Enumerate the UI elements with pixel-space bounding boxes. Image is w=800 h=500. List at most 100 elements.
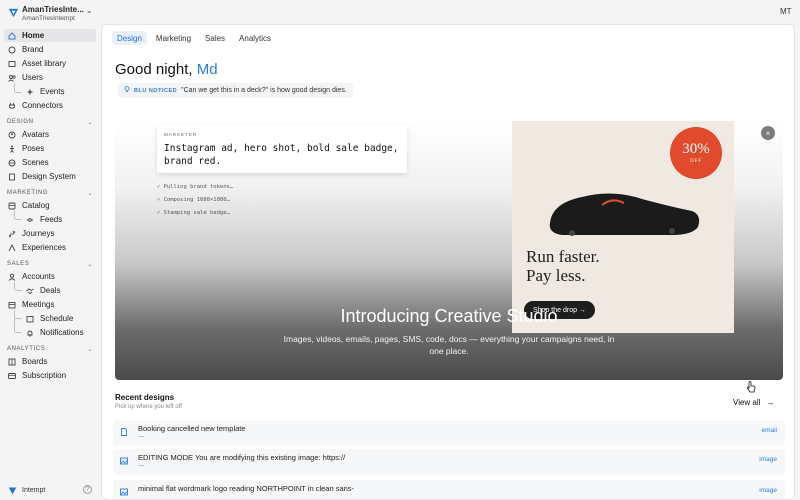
sidebar-item-home[interactable]: Home <box>4 29 96 42</box>
list-item[interactable]: Booking cancelled new template — email <box>113 420 785 446</box>
sidebar-item-scenes[interactable]: Scenes <box>4 156 96 169</box>
sidebar-item-poses[interactable]: Poses <box>4 142 96 155</box>
item-type: image <box>759 487 777 494</box>
hero-subtitle: Images, videos, emails, pages, SMS, code… <box>283 334 615 356</box>
sidebar: AmanTriesInte... AmanTriesIntempt ⌄ Home… <box>0 0 100 500</box>
sidebar-item-label: Brand <box>22 45 44 54</box>
section-label: MARKETING <box>7 190 49 196</box>
sidebar-item-journeys[interactable]: Journeys <box>4 227 96 240</box>
account-icon <box>8 273 16 281</box>
tab-design[interactable]: Design <box>112 31 147 45</box>
sidebar-item-label: Schedule <box>40 314 74 323</box>
chevron-down-icon: ⌄ <box>86 6 93 15</box>
list-item[interactable]: minimal flat wordmark logo reading NORTH… <box>113 480 785 499</box>
notice-tag: BLU NOTICED <box>134 87 178 94</box>
badge-off: OFF <box>689 159 703 164</box>
ad-line: Run faster. <box>526 247 600 266</box>
hero-title: Introducing Creative Studio <box>340 306 558 326</box>
step-item: ✓ Stamping sale badge… <box>157 210 230 216</box>
sidebar-item-brand[interactable]: Brand <box>4 43 96 56</box>
sidebar-footer: Intempt ? <box>6 483 96 497</box>
card-icon <box>8 372 16 380</box>
sidebar-item-asset-library[interactable]: Asset library <box>4 57 96 70</box>
sale-badge: 30% OFF <box>670 127 722 179</box>
view-all-label: View all <box>733 398 761 407</box>
sidebar-item-subscription[interactable]: Subscription <box>4 369 96 382</box>
footer-label: Intempt <box>22 486 46 494</box>
sidebar-item-notifications[interactable]: Notifications <box>22 326 96 339</box>
sidebar-item-label: Journeys <box>22 229 55 238</box>
sidebar-item-label: Accounts <box>22 272 55 281</box>
item-subtitle: — <box>138 463 144 469</box>
help-button[interactable]: ? <box>83 485 92 494</box>
handshake-icon <box>26 287 34 295</box>
view-all-link[interactable]: View all → <box>733 398 774 407</box>
sidebar-item-design-system[interactable]: Design System <box>4 170 96 183</box>
calendar-icon <box>8 301 16 309</box>
item-title: Booking cancelled new template <box>138 424 246 433</box>
tab-marketing[interactable]: Marketing <box>151 31 196 45</box>
chevron-down-icon: ⌄ <box>87 261 93 268</box>
sidebar-item-label: Notifications <box>40 328 84 337</box>
feed-icon <box>26 216 34 224</box>
sidebar-item-label: Connectors <box>22 101 63 110</box>
section-title: Recent designs <box>115 393 175 402</box>
image-icon <box>8 60 16 68</box>
sidebar-item-deals[interactable]: Deals <box>22 284 96 297</box>
sidebar-item-label: Home <box>22 31 45 40</box>
section-label: SALES <box>7 261 30 267</box>
badge-percent: 30% <box>682 141 710 157</box>
scene-icon <box>8 159 16 167</box>
section-label: DESIGN <box>7 119 34 125</box>
sidebar-item-avatars[interactable]: Avatars <box>4 128 96 141</box>
tab-sales[interactable]: Sales <box>200 31 230 45</box>
workspace-switcher[interactable]: AmanTriesInte... AmanTriesIntempt ⌄ <box>6 3 98 23</box>
list-item[interactable]: EDITING MODE You are modifying this exis… <box>113 449 785 475</box>
item-subtitle: — <box>138 434 144 440</box>
sidebar-item-label: Subscription <box>22 371 67 380</box>
sidebar-item-label: Events <box>40 87 65 96</box>
section-header-design[interactable]: DESIGN ⌄ <box>7 117 93 127</box>
image-icon <box>120 457 128 465</box>
item-type: email <box>761 427 777 434</box>
section-header-marketing[interactable]: MARKETING ⌄ <box>7 188 93 198</box>
sidebar-item-label: Meetings <box>22 300 55 309</box>
sidebar-item-boards[interactable]: Boards <box>4 355 96 368</box>
item-title: minimal flat wordmark logo reading NORTH… <box>138 484 355 493</box>
step-item: ✓ Pulling brand tokens… <box>157 184 234 190</box>
sidebar-item-feeds[interactable]: Feeds <box>22 213 96 226</box>
chevron-down-icon: ⌄ <box>87 190 93 197</box>
hero-banner[interactable]: MARKETER Instagram ad, hero shot, bold s… <box>115 121 783 380</box>
sidebar-item-schedule[interactable]: Schedule <box>22 312 96 325</box>
sidebar-item-label: Design System <box>22 172 76 181</box>
shoe-image <box>549 193 700 236</box>
ad-line: Pay less. <box>526 266 586 285</box>
greeting-name: Md <box>196 61 218 78</box>
close-button[interactable]: × <box>761 126 775 140</box>
sidebar-item-label: Feeds <box>40 215 63 224</box>
step-item: ✓ Composing 1080×1080… <box>157 197 230 203</box>
sidebar-item-experiences[interactable]: Experiences <box>4 241 96 254</box>
logo-icon <box>8 487 17 494</box>
greeting-text: Good night, <box>115 61 193 78</box>
person-icon <box>8 145 16 153</box>
chevron-down-icon: ⌄ <box>87 346 93 353</box>
sidebar-item-connectors[interactable]: Connectors <box>4 99 96 112</box>
tab-analytics[interactable]: Analytics <box>234 31 276 45</box>
workspace-name: AmanTriesInte... <box>22 5 84 14</box>
section-header-analytics[interactable]: ANALYTICS ⌄ <box>7 344 93 354</box>
prompt-tag: MARKETER <box>164 132 198 137</box>
sidebar-item-label: Asset library <box>22 59 67 68</box>
bell-icon <box>26 329 34 337</box>
tab-bar: Design Marketing Sales Analytics <box>112 31 276 45</box>
catalog-icon <box>8 202 16 210</box>
prompt-text: Instagram ad, hero shot, bold sale badge… <box>164 143 399 167</box>
sidebar-item-label: Experiences <box>22 243 67 252</box>
sidebar-item-events[interactable]: Events <box>22 85 96 98</box>
ad-headline: Run faster. Pay less. <box>526 247 600 285</box>
user-avatar[interactable]: MT <box>780 7 792 16</box>
pointer-cursor-icon <box>747 381 756 393</box>
sidebar-item-label: Users <box>22 73 43 82</box>
progress-steps: ✓ Pulling brand tokens… ✓ Composing 1080… <box>157 181 233 220</box>
section-header-sales[interactable]: SALES ⌄ <box>7 259 93 269</box>
